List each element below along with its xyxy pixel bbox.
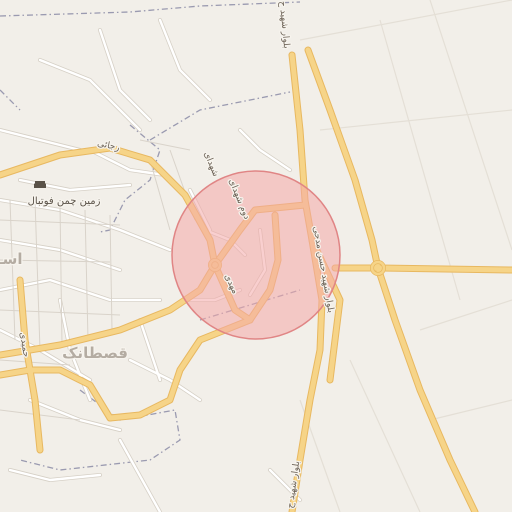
- map-canvas[interactable]: زمین چمن فوتبال قصطانک اسـ رجائی دوم شهد…: [0, 0, 512, 512]
- highlight-circle[interactable]: [171, 170, 341, 340]
- town-label-edge: اسـ: [0, 250, 23, 268]
- stadium-icon[interactable]: [34, 181, 46, 188]
- map-view[interactable]: زمین چمن فوتبال قصطانک اسـ رجائی دوم شهد…: [0, 0, 512, 512]
- poi-label-football[interactable]: زمین چمن فوتبال: [26, 195, 101, 209]
- town-label: قصطانک: [62, 344, 128, 362]
